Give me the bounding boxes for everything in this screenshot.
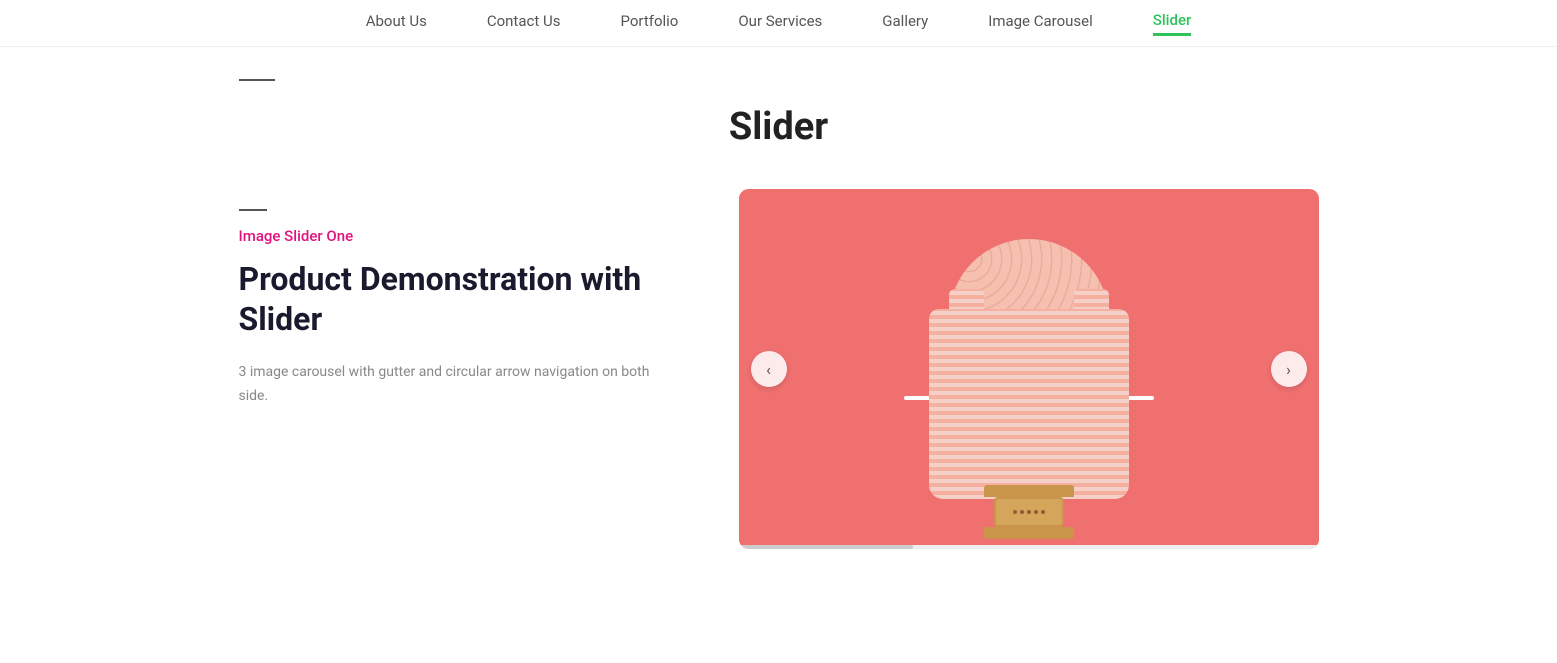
watch-band-bottom — [984, 527, 1074, 539]
main-nav: About Us Contact Us Portfolio Our Servic… — [0, 0, 1557, 47]
scroll-thumb — [739, 545, 913, 549]
watch-dot-5 — [1041, 510, 1045, 514]
nav-gallery[interactable]: Gallery — [882, 12, 928, 34]
nav-image-carousel[interactable]: Image Carousel — [988, 12, 1093, 34]
watch-illustration — [984, 485, 1074, 539]
slider-text-panel: Image Slider One Product Demonstration w… — [239, 189, 659, 409]
nav-about-us[interactable]: About Us — [366, 12, 427, 34]
nav-our-services[interactable]: Our Services — [738, 12, 822, 34]
watch-dot-4 — [1034, 510, 1038, 514]
nav-contact-us[interactable]: Contact Us — [487, 12, 561, 34]
slider-description: 3 image carousel with gutter and circula… — [239, 361, 659, 409]
carousel-wrapper: ‹ › — [739, 189, 1319, 549]
page-content: Slider Image Slider One Product Demonstr… — [179, 79, 1379, 549]
nav-portfolio[interactable]: Portfolio — [620, 12, 678, 34]
tank-top-illustration — [919, 309, 1139, 509]
page-title: Slider — [239, 105, 1319, 149]
section-divider-line — [239, 79, 275, 81]
carousel-next-button[interactable]: › — [1271, 351, 1307, 387]
watch-dots — [1013, 510, 1045, 514]
scroll-indicator — [739, 545, 1319, 549]
watch-face — [994, 497, 1064, 527]
small-divider-line — [239, 209, 267, 211]
watch-dot-2 — [1020, 510, 1024, 514]
top-body — [929, 309, 1129, 499]
nav-slider[interactable]: Slider — [1153, 11, 1192, 36]
carousel-prev-button[interactable]: ‹ — [751, 351, 787, 387]
slider-section: Image Slider One Product Demonstration w… — [239, 189, 1319, 549]
slider-subtitle: Image Slider One — [239, 227, 659, 245]
carousel-image: ‹ › — [739, 189, 1319, 549]
watch-band-top — [984, 485, 1074, 497]
watch-dot-3 — [1027, 510, 1031, 514]
watch-dot-1 — [1013, 510, 1017, 514]
slider-heading: Product Demonstration with Slider — [239, 259, 659, 339]
fashion-scene — [739, 189, 1319, 549]
